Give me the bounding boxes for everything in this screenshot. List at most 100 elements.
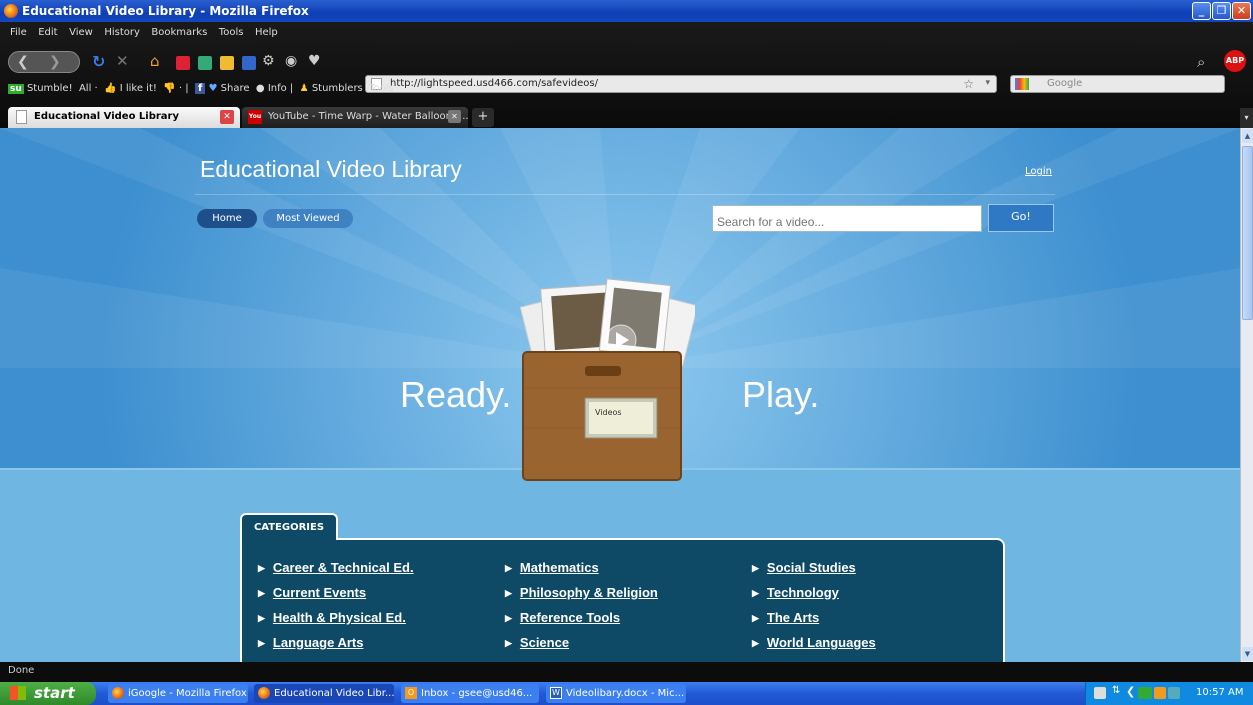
window-titlebar: Educational Video Library - Mozilla Fire…: [0, 0, 1253, 22]
tab-strip: Educational Video Library ✕ You YouTube …: [0, 105, 1253, 128]
like-button[interactable]: I like it!: [120, 83, 157, 94]
home-icon[interactable]: ⌂: [150, 52, 160, 70]
tab-educational-video-library[interactable]: Educational Video Library ✕: [8, 107, 240, 128]
stop-icon[interactable]: ✕: [116, 52, 129, 70]
outlook-icon: O: [405, 687, 417, 699]
menu-help[interactable]: Help: [255, 27, 278, 38]
nav-most-viewed-button[interactable]: Most Viewed: [263, 209, 353, 228]
back-forward-button[interactable]: ❮ ❯: [8, 51, 80, 73]
bullet-arrow-icon: ▶: [752, 638, 759, 648]
bullet-arrow-icon: ▶: [752, 563, 759, 573]
stumble-icon: su: [8, 84, 24, 94]
bookmark-heart-icon[interactable]: ♥: [308, 53, 321, 69]
firefox-icon: [4, 4, 18, 18]
menu-file[interactable]: File: [10, 27, 27, 38]
facebook-icon[interactable]: f: [194, 83, 206, 94]
menu-history[interactable]: History: [104, 27, 140, 38]
tools-button[interactable]: Tools: [369, 83, 394, 94]
video-search-input[interactable]: [712, 205, 982, 232]
search-magnifier-icon[interactable]: ⌕: [1197, 53, 1205, 71]
bullet-arrow-icon: ▶: [258, 613, 265, 623]
share-button[interactable]: Share: [221, 83, 250, 94]
tab-label: YouTube - Time Warp - Water Balloon t...: [268, 111, 468, 122]
taskbar-item-word[interactable]: W Videolibary.docx - Mic...: [546, 684, 686, 703]
menu-view[interactable]: View: [69, 27, 93, 38]
category-link[interactable]: ▶ World Languages: [752, 635, 876, 650]
info-button[interactable]: Info: [268, 83, 287, 94]
system-tray: ⇅ ❮ 10:57 AM: [1085, 682, 1253, 705]
status-text: Done: [8, 665, 35, 676]
category-label: Science: [519, 635, 570, 650]
stumble-button[interactable]: Stumble!: [27, 83, 73, 94]
bullet-arrow-icon: ▶: [258, 638, 265, 648]
feed-icon[interactable]: [198, 56, 212, 70]
adblock-icon[interactable]: ABP: [1224, 50, 1246, 72]
pin-icon[interactable]: ◉: [285, 53, 297, 69]
category-label: World Languages: [766, 635, 876, 650]
network-tray-icon[interactable]: ⇅: [1112, 685, 1120, 696]
word-icon: W: [550, 687, 562, 699]
category-link[interactable]: ▶ Current Events: [258, 585, 366, 600]
taskbar-item-igoogle[interactable]: iGoogle - Mozilla Firefox: [108, 684, 248, 703]
menu-edit[interactable]: Edit: [38, 27, 57, 38]
category-link[interactable]: ▶ Career & Technical Ed.: [258, 560, 414, 575]
tab-close-icon[interactable]: ✕: [220, 110, 234, 124]
gmail-icon[interactable]: [176, 56, 190, 70]
vertical-scrollbar[interactable]: ▲ ▼: [1240, 128, 1253, 662]
scroll-down-icon[interactable]: ▼: [1242, 647, 1253, 661]
notes-icon[interactable]: [220, 56, 234, 70]
category-link[interactable]: ▶ Language Arts: [258, 635, 363, 650]
minimize-button[interactable]: _: [1192, 2, 1211, 20]
google-logo-icon[interactable]: [1015, 78, 1029, 90]
messenger-tray-icon[interactable]: [1168, 687, 1180, 699]
stumble-toolbar: su Stumble! All · 👍 I like it! 👎 · | f ♥…: [8, 83, 394, 94]
menu-bar: File Edit View History Bookmarks Tools H…: [10, 25, 286, 38]
start-button[interactable]: start: [0, 682, 96, 705]
url-bar[interactable]: http://lightspeed.usd466.com/safevideos/…: [365, 75, 997, 93]
tab-close-icon[interactable]: ✕: [448, 110, 461, 123]
search-engine-box[interactable]: Google: [1010, 75, 1225, 93]
collapse-tray-icon[interactable]: ❮: [1126, 685, 1135, 698]
scroll-thumb[interactable]: [1242, 146, 1253, 320]
antivirus-tray-icon[interactable]: [1138, 687, 1152, 699]
category-link[interactable]: ▶ Science: [505, 635, 569, 650]
calendar-icon[interactable]: [242, 56, 256, 70]
dropdown-icon[interactable]: ▾: [985, 78, 990, 88]
category-link[interactable]: ▶ Mathematics: [505, 560, 599, 575]
firefox-icon: [112, 687, 124, 699]
category-link[interactable]: ▶ Reference Tools: [505, 610, 620, 625]
maximize-button[interactable]: ❐: [1212, 2, 1231, 20]
menu-bookmarks[interactable]: Bookmarks: [151, 27, 207, 38]
all-dropdown[interactable]: All: [79, 83, 91, 94]
stumblers-icon: ♟: [299, 83, 309, 94]
stumblers-button[interactable]: Stumblers: [312, 83, 363, 94]
outlook-tray-icon[interactable]: [1154, 687, 1166, 699]
close-button[interactable]: ✕: [1232, 2, 1251, 20]
help-tray-icon[interactable]: [1094, 687, 1106, 699]
category-link[interactable]: ▶ Health & Physical Ed.: [258, 610, 406, 625]
settings-gear-icon[interactable]: ⚙: [262, 53, 275, 69]
scroll-up-icon[interactable]: ▲: [1242, 129, 1253, 143]
login-link[interactable]: Login: [1025, 166, 1052, 177]
back-arrow-icon: ❮: [17, 54, 29, 70]
bullet-arrow-icon: ▶: [752, 588, 759, 598]
thumbs-down-icon[interactable]: 👎: [163, 83, 175, 94]
header-divider: [195, 194, 1055, 195]
category-link[interactable]: ▶ Social Studies: [752, 560, 856, 575]
tab-youtube[interactable]: You YouTube - Time Warp - Water Balloon …: [242, 107, 468, 128]
taskbar-item-inbox[interactable]: O Inbox - gsee@usd46...: [401, 684, 539, 703]
star-icon[interactable]: ☆: [963, 77, 974, 91]
taskbar-item-educational[interactable]: Educational Video Libr...: [254, 684, 394, 703]
menu-tools[interactable]: Tools: [219, 27, 244, 38]
category-link[interactable]: ▶ Philosophy & Religion: [505, 585, 658, 600]
status-bar: Done: [0, 662, 1253, 682]
tab-list-dropdown-icon[interactable]: ▾: [1240, 108, 1253, 128]
firefox-icon: [258, 687, 270, 699]
new-tab-button[interactable]: +: [472, 108, 494, 127]
search-go-button[interactable]: Go!: [988, 204, 1054, 232]
nav-home-button[interactable]: Home: [197, 209, 257, 228]
category-link[interactable]: ▶ Technology: [752, 585, 839, 600]
taskbar-label: Videolibary.docx - Mic...: [566, 688, 685, 699]
category-link[interactable]: ▶ The Arts: [752, 610, 819, 625]
reload-icon[interactable]: ↻: [92, 52, 105, 71]
